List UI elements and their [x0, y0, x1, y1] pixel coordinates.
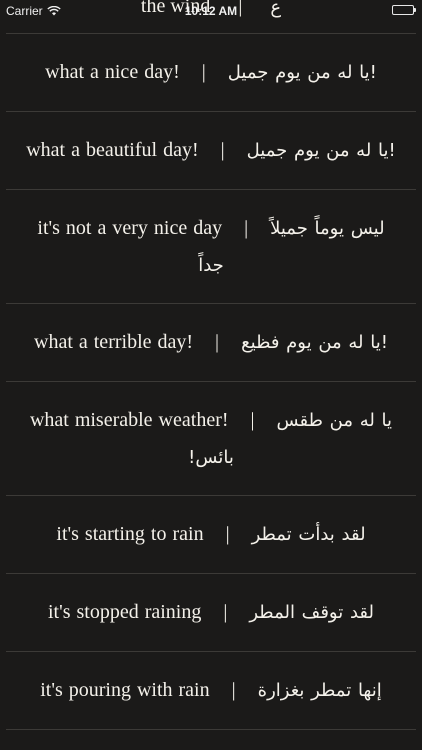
phrase-text: what miserable weather! | يا له من طقس بائ… [6, 402, 416, 476]
arabic-phrase: لقد بدأت تمطر [251, 524, 366, 545]
phrase-text: what a terrible day! | !يا له من يوم فظيع [16, 324, 406, 361]
english-phrase: what a terrible day! [34, 331, 194, 353]
arabic-phrase: إنها تمطر بغزارة [257, 680, 382, 701]
arabic-phrase: لقد توقف المطر [249, 602, 374, 623]
separator: | [244, 216, 249, 239]
separator: | [223, 601, 228, 623]
list-item[interactable]: what miserable weather! | يا له من طقس بائ… [6, 382, 416, 496]
english-phrase: it's not a very nice day [37, 216, 223, 239]
list-item[interactable]: it's pouring with rain | إنها تمطر بغزارة [6, 652, 416, 730]
clock: 10:12 AM [184, 4, 238, 18]
list-item[interactable]: it's stopped raining | لقد توقف المطر [6, 574, 416, 652]
list-item[interactable]: what a nice day! | !يا له من يوم جميل [6, 34, 416, 112]
battery-icon [392, 5, 416, 15]
english-phrase: what a beautiful day! [26, 139, 199, 161]
arabic-phrase: !يا له من يوم جميل [227, 62, 377, 83]
phrase-text: it's pouring with rain | إنها تمطر بغزارة [22, 672, 400, 709]
english-phrase: it's starting to rain [56, 523, 204, 545]
phrase-text: it's starting to rain | لقد بدأت تمطر [38, 516, 383, 553]
separator: | [250, 408, 255, 431]
english-phrase: what miserable weather! [29, 408, 229, 431]
separator: | [215, 331, 220, 353]
phrase-text: it's not a very nice day | ليس يوماً جميلا… [6, 210, 416, 284]
english-phrase: it's stopped raining [47, 601, 202, 623]
phrase-text: what a nice day! | !يا له من يوم جميل [27, 54, 395, 91]
arabic-phrase: !يا له من يوم جميل [246, 140, 396, 161]
list-item[interactable]: what a beautiful day! | !يا له من يوم جميل [6, 112, 416, 190]
list-item[interactable]: what a terrible day! | !يا له من يوم فظيع [6, 304, 416, 382]
status-bar: Carrier 10:12 AM [0, 0, 422, 22]
list-item[interactable]: it's starting to rain | لقد بدأت تمطر [6, 496, 416, 574]
arabic-phrase: ليس يوماً جميلاً جداً [198, 217, 385, 276]
list-item[interactable]: it's not a very nice day | ليس يوماً جميلا… [6, 190, 416, 304]
separator: | [220, 139, 225, 161]
english-phrase: it's pouring with rain [40, 679, 210, 701]
phrase-list[interactable]: what a nice day! | !يا له من يوم جميل what… [0, 34, 422, 730]
phrase-text: it's stopped raining | لقد توقف المطر [30, 594, 392, 631]
separator: | [201, 61, 206, 83]
separator: | [231, 679, 236, 701]
arabic-phrase: !يا له من يوم فظيع [241, 332, 388, 353]
phrase-text: what a beautiful day! | !يا له من يوم جميل [8, 132, 414, 169]
english-phrase: what a nice day! [45, 61, 180, 83]
separator: | [225, 523, 230, 545]
